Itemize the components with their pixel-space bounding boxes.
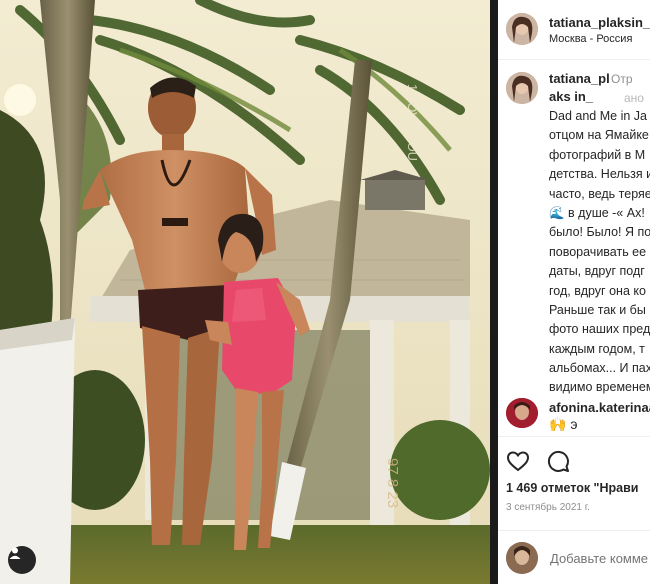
- caption-line: было! Было! Я по: [549, 225, 650, 240]
- comment-text: 🙌 э: [549, 416, 578, 432]
- header-username[interactable]: tatiana_plaksin_: [549, 15, 650, 30]
- heart-icon: [506, 451, 530, 472]
- caption-line: часто, ведь теряе: [549, 186, 650, 201]
- likes-count[interactable]: 1 469 отметок "Нрави: [506, 481, 638, 495]
- edited-label-secondary: ано: [624, 91, 644, 105]
- caption-line: каждым годом, т: [549, 341, 645, 356]
- comment-bubble-icon: [547, 450, 569, 472]
- caption-line: альбомах... И пах: [549, 361, 650, 376]
- photo-watermark-text: 1 LOVE YOU: [405, 84, 420, 161]
- post-side-panel: tatiana_plaksin_ Москва - Россия tatiana…: [498, 0, 650, 584]
- edited-label: Отр: [611, 72, 633, 86]
- like-button[interactable]: [506, 449, 530, 473]
- avatar[interactable]: [506, 72, 538, 104]
- post-date[interactable]: 3 сентябрь 2021 г.: [506, 502, 590, 513]
- user-icon: [9, 547, 21, 559]
- caption-line: даты, вдруг подг: [549, 264, 645, 279]
- caption-line: видимо временем: [549, 380, 650, 395]
- photo-date-stamp: 97 8 23: [384, 458, 401, 508]
- caption-username[interactable]: tatiana_plaks in_: [549, 70, 613, 106]
- comment-username[interactable]: afonina.katerinaa: [549, 400, 650, 415]
- caption-line: 🌊 в душе -« Ах!: [549, 205, 645, 220]
- profile-photo-icon: [506, 13, 538, 45]
- profile-photo-icon: [506, 542, 538, 574]
- action-bar: [498, 436, 650, 480]
- caption-line: год, вдруг она ко: [549, 283, 646, 298]
- post-header: tatiana_plaksin_ Москва - Россия: [498, 0, 650, 60]
- profile-photo-icon: [506, 398, 538, 428]
- post-photo[interactable]: 1 LOVE YOU 97 8 23: [0, 0, 490, 584]
- add-comment-input[interactable]: [550, 551, 650, 566]
- caption-line: Раньше так и бы: [549, 302, 646, 317]
- profile-photo-icon: [506, 72, 538, 104]
- avatar: [506, 542, 538, 574]
- caption-line: отцом на Ямайке: [549, 128, 649, 143]
- caption-line: поворачивать ее: [549, 244, 647, 259]
- photo-illustration: 1 LOVE YOU 97 8 23: [0, 0, 490, 584]
- avatar[interactable]: [506, 398, 538, 428]
- caption-text: Dad and Me in Ja отцом на Ямайке фотогра…: [549, 107, 650, 398]
- caption-line: фото наших пред: [549, 322, 650, 337]
- caption-line: фотографий в М: [549, 147, 646, 162]
- header-location[interactable]: Москва - Россия: [549, 33, 632, 45]
- caption-line: Dad and Me in Ja: [549, 109, 647, 123]
- comment-button[interactable]: [546, 449, 570, 473]
- avatar[interactable]: [506, 13, 538, 45]
- panel-divider: [490, 0, 498, 584]
- caption-line: детства. Нельзя и: [549, 167, 650, 182]
- tagged-users-button[interactable]: [8, 546, 36, 574]
- add-comment-bar: [498, 530, 650, 584]
